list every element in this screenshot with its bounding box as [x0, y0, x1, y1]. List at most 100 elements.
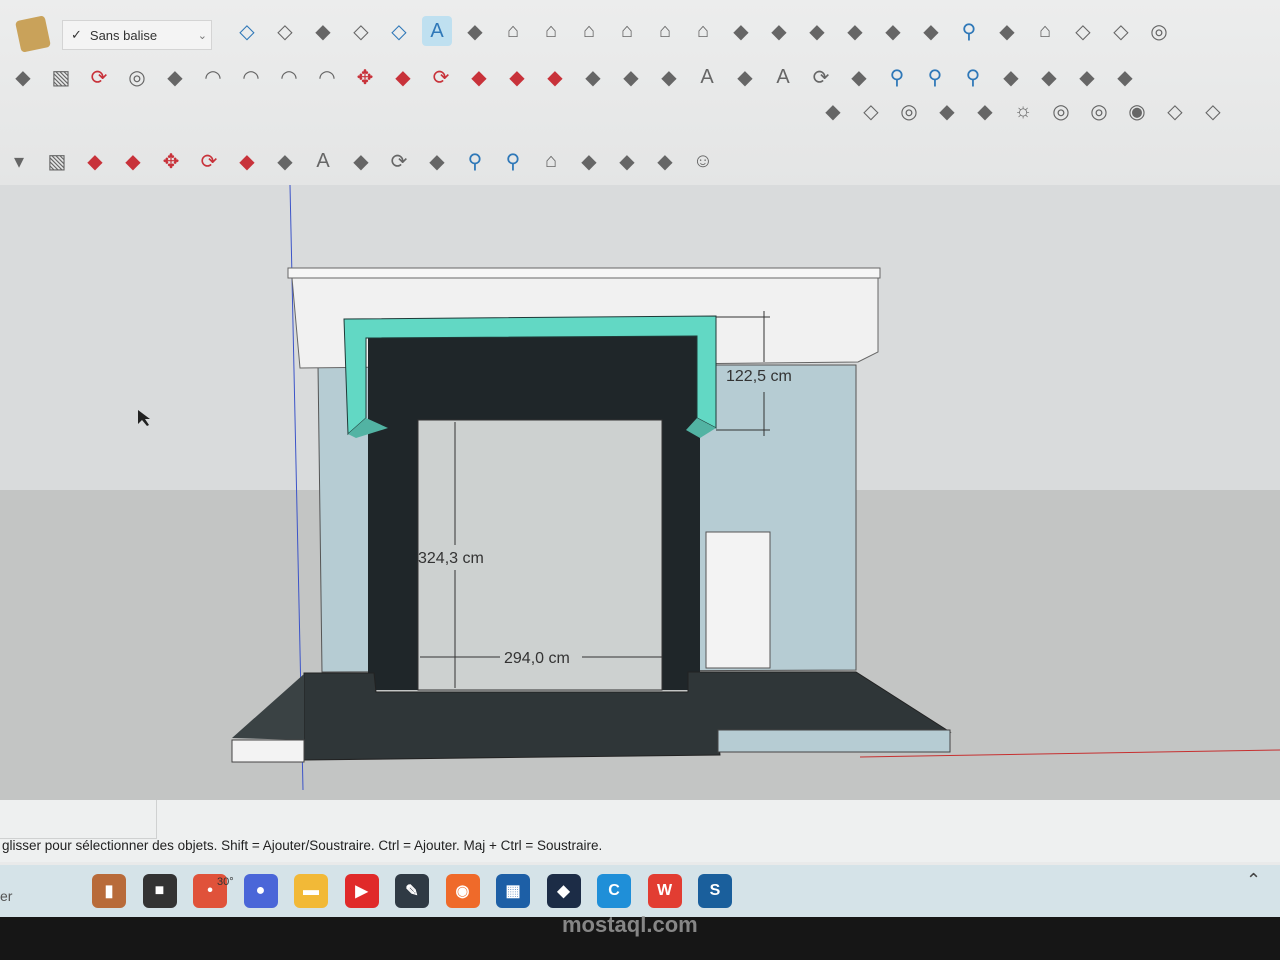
eye-icon[interactable]: ◉ — [1122, 96, 1152, 126]
tag-select[interactable]: ✓ Sans balise ⌄ — [62, 20, 212, 50]
sun-icon[interactable]: ☼ — [1008, 96, 1038, 126]
wireframe-box-icon[interactable]: ◇ — [270, 16, 300, 46]
3d-text-icon[interactable]: A — [768, 62, 798, 92]
dimension-height-right[interactable]: 122,5 cm — [726, 368, 792, 385]
user-icon[interactable]: ☺ — [688, 146, 718, 176]
settings-icon[interactable]: ◆ — [650, 146, 680, 176]
taskbar-app-sketchup[interactable]: S — [698, 874, 732, 908]
pan-icon[interactable]: ◆ — [422, 146, 452, 176]
three-point-arc-icon[interactable]: ◠ — [274, 62, 304, 92]
two-point-arc-icon[interactable]: ◠ — [312, 62, 342, 92]
move-icon[interactable]: ✥ — [156, 146, 186, 176]
zoom-extents-icon[interactable]: ⚲ — [498, 146, 528, 176]
text-icon[interactable]: A — [308, 146, 338, 176]
sphere-icon[interactable]: ◎ — [1084, 96, 1114, 126]
freehand-icon[interactable]: ◆ — [8, 62, 38, 92]
layers-icon[interactable]: ◆ — [612, 146, 642, 176]
taskbar-app-wps[interactable]: W — [647, 874, 682, 908]
target-icon[interactable]: ◎ — [894, 96, 924, 126]
solid-subtract-icon[interactable]: ◆ — [840, 16, 870, 46]
chevron-up-icon[interactable]: ⌃ — [1246, 870, 1261, 891]
dome-icon[interactable]: ◎ — [1046, 96, 1076, 126]
xray-box-icon[interactable]: ◇ — [232, 16, 262, 46]
dimension-icon[interactable]: ◆ — [616, 62, 646, 92]
model-scene[interactable]: 122,5 cm 324,3 cm 294,0 cm — [0, 184, 1280, 800]
component-icon[interactable]: ◆ — [764, 16, 794, 46]
taskbar-app-firefox[interactable]: ◉ — [445, 874, 480, 908]
zoom-window-icon[interactable]: ⚲ — [920, 62, 950, 92]
monochrome-icon[interactable]: ◆ — [460, 16, 490, 46]
solid-union-icon[interactable]: ◆ — [802, 16, 832, 46]
camera-icon[interactable]: ◆ — [818, 96, 848, 126]
move-icon[interactable]: ✥ — [350, 62, 380, 92]
house-left-icon[interactable]: ⌂ — [688, 16, 718, 46]
taskbar-app-meet[interactable]: ● — [243, 874, 278, 908]
footprints-icon[interactable]: ◆ — [1072, 62, 1102, 92]
tape-measure-icon[interactable]: ◆ — [578, 62, 608, 92]
rotate-icon[interactable]: ⟳ — [194, 146, 224, 176]
hidden-box-icon[interactable]: ◇ — [346, 16, 376, 46]
sandbox-icon[interactable]: ◇ — [856, 96, 886, 126]
sphere-grid-icon[interactable]: ◎ — [1144, 16, 1174, 46]
push-pull-icon[interactable]: ◆ — [388, 62, 418, 92]
protractor-icon[interactable]: ◆ — [654, 62, 684, 92]
zoom-extents-icon[interactable]: ⚲ — [958, 62, 988, 92]
push-pull-icon[interactable]: ◆ — [80, 146, 110, 176]
cube-outline-icon[interactable]: ◇ — [1068, 16, 1098, 46]
section-icon[interactable]: ◆ — [932, 96, 962, 126]
taskbar-app-youtube[interactable]: ▶ — [344, 874, 379, 908]
scale-icon[interactable]: ◆ — [232, 146, 262, 176]
hidden-line-icon[interactable]: ◆ — [308, 16, 338, 46]
extension-icon[interactable]: ◆ — [574, 146, 604, 176]
solid-trim-icon[interactable]: ◆ — [878, 16, 908, 46]
taskbar-app-file-explorer[interactable]: ▬ — [294, 874, 328, 908]
rectangle-icon[interactable]: ▧ — [46, 62, 76, 92]
shaded-box-icon[interactable]: ◇ — [384, 16, 414, 46]
house-iso-icon[interactable]: ⌂ — [498, 16, 528, 46]
stool-icon[interactable]: ◆ — [970, 96, 1000, 126]
solid-split-icon[interactable]: ◆ — [916, 16, 946, 46]
pie-icon[interactable]: ◠ — [236, 62, 266, 92]
house-top-icon[interactable]: ⌂ — [536, 16, 566, 46]
search-icon[interactable]: ⚲ — [954, 16, 984, 46]
box-3d-icon[interactable]: ◇ — [1160, 96, 1190, 126]
group-icon[interactable]: ◆ — [726, 16, 756, 46]
zoom-icon[interactable]: ⚲ — [460, 146, 490, 176]
scale-icon[interactable]: ◆ — [502, 62, 532, 92]
taskbar-app-store[interactable]: ▦ — [496, 874, 530, 908]
taskbar-app-library[interactable]: ▮ — [92, 874, 126, 908]
follow-me-icon[interactable]: ◆ — [118, 146, 148, 176]
dimension-height-opening[interactable]: 324,3 cm — [418, 550, 484, 567]
look-around-icon[interactable]: ◆ — [1034, 62, 1064, 92]
rotate-icon[interactable]: ⟳ — [426, 62, 456, 92]
tape-measure-icon[interactable]: ◆ — [270, 146, 300, 176]
warehouse-icon[interactable]: ⌂ — [1030, 16, 1060, 46]
offset-icon[interactable]: ◆ — [540, 62, 570, 92]
circle-icon[interactable]: ◎ — [122, 62, 152, 92]
rectangle-icon[interactable]: ▧ — [42, 146, 72, 176]
taskbar-app-notes[interactable]: ✎ — [395, 874, 429, 908]
taskbar-app-edge[interactable]: C — [597, 874, 631, 908]
grid-icon[interactable]: ◆ — [992, 16, 1022, 46]
taskbar-app-vpn[interactable]: ◆ — [546, 874, 581, 908]
axes-icon[interactable]: ◆ — [730, 62, 760, 92]
orbit-icon[interactable]: ⟳ — [806, 62, 836, 92]
zoom-icon[interactable]: ⚲ — [882, 62, 912, 92]
box-settings-icon[interactable]: ◇ — [1198, 96, 1228, 126]
arc-icon[interactable]: ◠ — [198, 62, 228, 92]
model-viewport[interactable]: 122,5 cm 324,3 cm 294,0 cm — [0, 184, 1280, 800]
cube-grid-icon[interactable]: ◇ — [1106, 16, 1136, 46]
shaded-texture-icon[interactable]: A — [422, 16, 452, 46]
house-front-icon[interactable]: ⌂ — [574, 16, 604, 46]
pan-icon[interactable]: ◆ — [844, 62, 874, 92]
rotated-rectangle-icon[interactable]: ⟳ — [84, 62, 114, 92]
taskbar-search[interactable]: er — [0, 888, 12, 904]
weather-temp[interactable]: 30° — [217, 876, 234, 888]
position-camera-icon[interactable]: ◆ — [1110, 62, 1140, 92]
select-dropdown-icon[interactable]: ▾ — [4, 146, 34, 176]
measurements-box[interactable] — [0, 800, 157, 839]
walk-icon[interactable]: ◆ — [996, 62, 1026, 92]
orbit-icon[interactable]: ⟳ — [384, 146, 414, 176]
paint-bucket-icon[interactable]: ◆ — [346, 146, 376, 176]
dimension-width-opening[interactable]: 294,0 cm — [504, 650, 570, 667]
